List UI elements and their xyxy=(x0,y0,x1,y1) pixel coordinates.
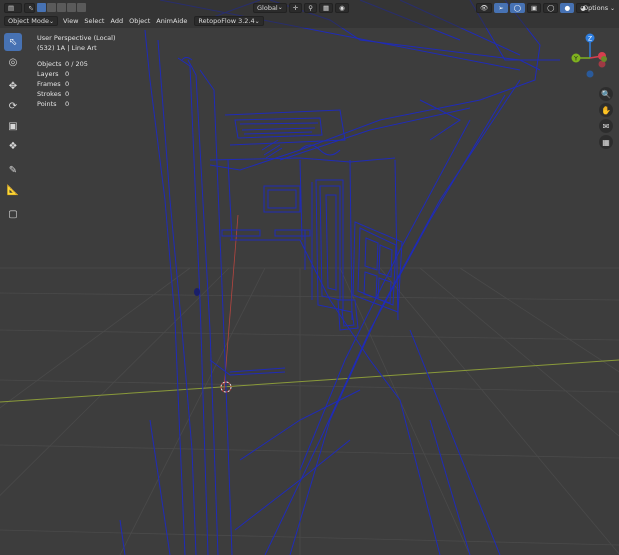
header-right-row: 👁 ➢ ◯ ▣ ◯ ● ◕ xyxy=(476,2,592,13)
header-menu-row: Object Mode View Select Add Object AnimA… xyxy=(4,15,266,27)
pivot-point-button[interactable]: ✛ xyxy=(288,2,303,13)
editor-type-button[interactable]: ▤ xyxy=(4,2,22,13)
xray-toggle-icon[interactable]: ▣ xyxy=(527,2,542,13)
stat-row: Strokes 0 xyxy=(37,90,70,98)
gizmo-z-label: Z xyxy=(588,36,592,43)
stat-row: Layers 0 xyxy=(37,70,70,78)
stat-row: Objects 0 / 205 xyxy=(37,60,88,68)
add-cube-tool-icon[interactable]: ▢ xyxy=(4,205,22,223)
z-axis-line xyxy=(223,214,239,391)
statistics-overlay: Objects 0 / 205 Layers 0 Frames 0 Strokes 0 … xyxy=(37,59,88,109)
menu-add[interactable]: Add xyxy=(107,17,126,25)
zoom-icon[interactable]: 🔍 xyxy=(599,87,613,101)
left-toolbar: ⬁ ◎ ✥ ⟳ ▣ ❖ ✎ 📐 ▢ xyxy=(4,33,24,225)
viewport-header: ▤ ⬁ Global ✛ ⚲ ▦ ◉ 👁 ➢ ◯ ▣ ◯ ● ◕ Options… xyxy=(0,0,619,28)
camera-view-icon[interactable]: ✉ xyxy=(599,119,613,133)
menu-animaide[interactable]: AnimAide xyxy=(153,17,190,25)
mode-label: Object Mode xyxy=(8,17,49,25)
column-marker xyxy=(194,288,200,296)
3d-viewport[interactable] xyxy=(0,0,619,555)
visibility-icon[interactable]: 👁 xyxy=(476,2,493,13)
transform-tool-icon[interactable]: ❖ xyxy=(4,137,22,155)
header-center-row: Global ✛ ⚲ ▦ ◉ xyxy=(253,2,351,13)
options-menu[interactable]: Options xyxy=(580,4,618,12)
cursor-tool-icon[interactable]: ◎ xyxy=(4,53,22,71)
stat-row: Points 0 xyxy=(37,100,70,108)
select-tool-button[interactable]: ⬁ xyxy=(24,2,35,13)
snap-toggle[interactable]: ⚲ xyxy=(304,2,317,13)
x-axis-line xyxy=(0,359,619,403)
select-mode-new[interactable] xyxy=(37,3,46,12)
menu-select[interactable]: Select xyxy=(81,17,107,25)
select-mode-invert[interactable] xyxy=(67,3,76,12)
shading-wireframe-icon[interactable]: ◯ xyxy=(543,2,559,13)
overlay-toggle-icon[interactable]: ◯ xyxy=(509,2,525,13)
viewport-canvas xyxy=(0,0,619,555)
select-mode-subtract[interactable] xyxy=(57,3,66,12)
snap-target-button[interactable]: ▦ xyxy=(319,2,334,13)
gizmo-toggle-icon[interactable]: ➢ xyxy=(494,2,508,13)
gizmo-neg-y[interactable] xyxy=(601,56,607,62)
options-row: Options xyxy=(580,2,618,13)
menu-object[interactable]: Object xyxy=(126,17,153,25)
header-left-row: ▤ ⬁ xyxy=(4,2,87,13)
retopoflow-dropdown[interactable]: RetopoFlow 3.2.4 xyxy=(194,16,264,26)
floor-grid xyxy=(0,267,619,555)
gizmo-neg-z[interactable] xyxy=(586,70,594,78)
select-mode-extend[interactable] xyxy=(47,3,56,12)
view-name: User Perspective (Local) xyxy=(37,34,116,42)
move-tool-icon[interactable]: ✥ xyxy=(4,77,22,95)
transform-orientation-label: Global xyxy=(257,3,278,12)
proportional-edit-toggle[interactable]: ◉ xyxy=(335,2,349,13)
pan-hand-icon[interactable]: ✋ xyxy=(599,103,613,117)
perspective-grid-icon[interactable]: ▦ xyxy=(599,135,613,149)
line-art-wireframe xyxy=(119,0,560,555)
scale-tool-icon[interactable]: ▣ xyxy=(4,117,22,135)
mode-dropdown[interactable]: Object Mode xyxy=(4,16,58,26)
annotate-tool-icon[interactable]: ✎ xyxy=(4,161,22,179)
view-context: (532) 1A | Line Art xyxy=(37,44,97,52)
measure-tool-icon[interactable]: 📐 xyxy=(4,181,22,199)
menu-view[interactable]: View xyxy=(60,17,81,25)
retopoflow-label: RetopoFlow 3.2.4 xyxy=(198,17,255,25)
navigation-gizmo[interactable]: Z Y xyxy=(562,30,618,86)
select-mode-intersect[interactable] xyxy=(77,3,86,12)
transform-orientation-dropdown[interactable]: Global xyxy=(253,2,287,13)
shading-solid-icon[interactable]: ● xyxy=(560,2,575,13)
gizmo-y-label: Y xyxy=(573,56,578,63)
select-box-tool-icon[interactable]: ⬁ xyxy=(4,33,22,51)
viewport-info: User Perspective (Local) (532) 1A | Line… xyxy=(37,33,116,53)
rotate-tool-icon[interactable]: ⟳ xyxy=(4,97,22,115)
stat-row: Frames 0 xyxy=(37,80,70,88)
